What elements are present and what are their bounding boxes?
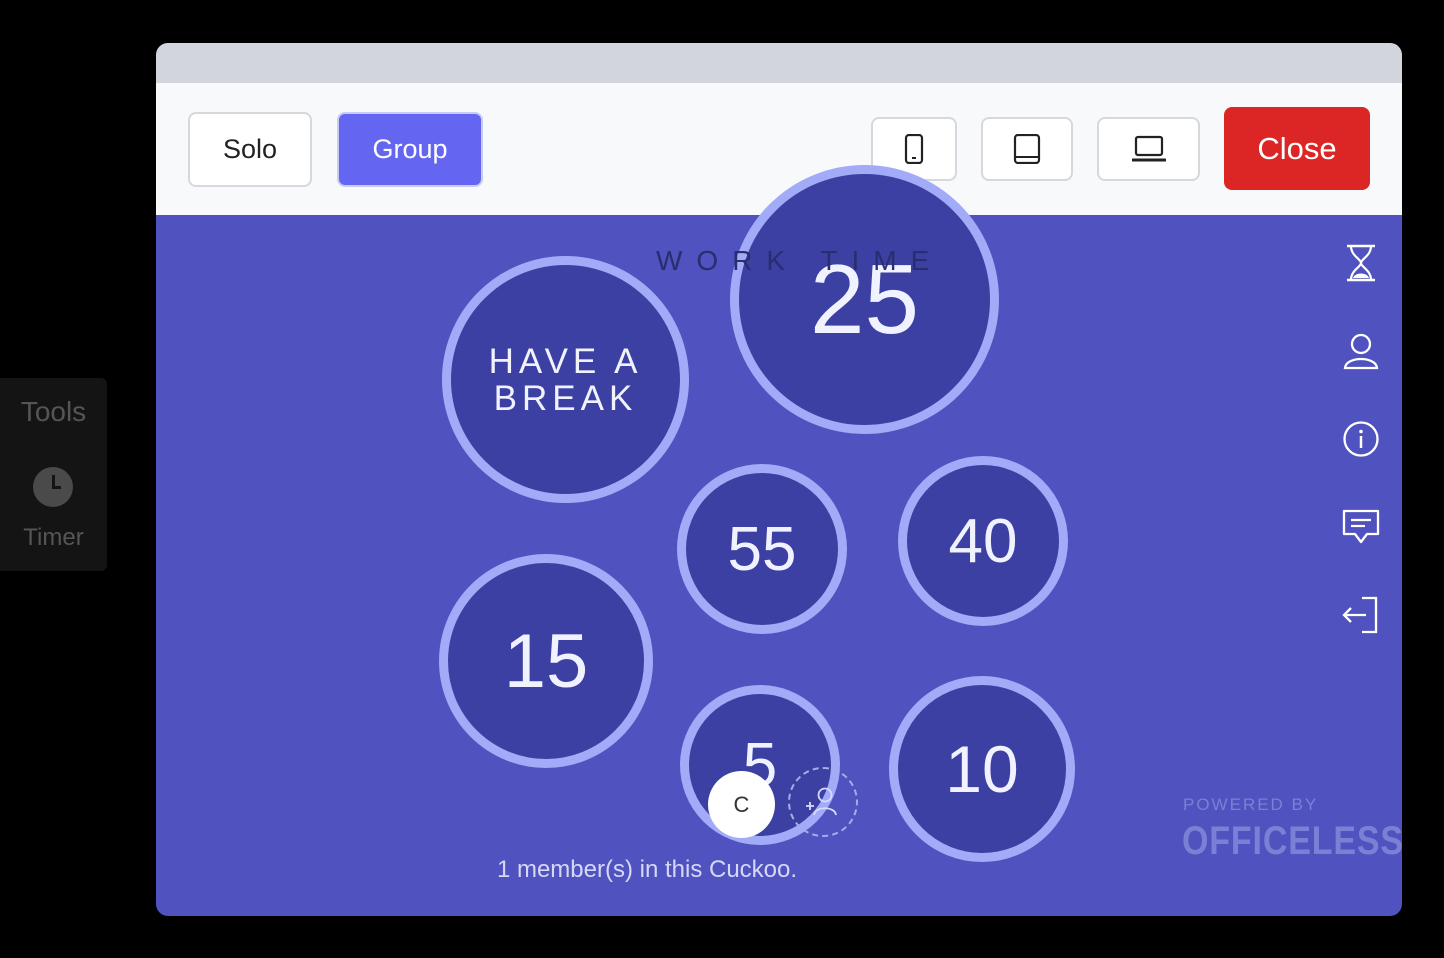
officeless-logo: OFFICELESS bbox=[1182, 819, 1402, 863]
tools-panel: Tools Timer bbox=[0, 378, 107, 571]
work-time-label: WORK TIME bbox=[656, 245, 944, 276]
feedback-button[interactable] bbox=[1340, 506, 1382, 548]
info-icon bbox=[1343, 421, 1379, 457]
hourglass-button[interactable] bbox=[1340, 242, 1382, 284]
current-timer-bubble[interactable]: 25 bbox=[730, 165, 999, 434]
phone-icon bbox=[904, 134, 924, 164]
exit-button[interactable] bbox=[1340, 594, 1382, 636]
timer-option-10[interactable]: 10 bbox=[889, 676, 1075, 862]
laptop-icon bbox=[1131, 135, 1166, 162]
feedback-icon bbox=[1342, 509, 1380, 544]
avatar[interactable]: C bbox=[708, 771, 775, 838]
exit-icon bbox=[1342, 596, 1378, 634]
tools-title: Tools bbox=[20, 396, 87, 427]
timer-option-55[interactable]: 55 bbox=[677, 464, 847, 634]
tablet-icon bbox=[1013, 134, 1041, 164]
tablet-view-button[interactable] bbox=[981, 117, 1073, 181]
timer-stage: WORK TIME 25 HAVE A BREAK 55 40 15 5 10 … bbox=[156, 165, 1402, 916]
powered-by-label: POWERED BY bbox=[1183, 795, 1319, 814]
member-count-text: 1 member(s) in this Cuckoo. bbox=[496, 856, 798, 883]
break-label: HAVE A BREAK bbox=[488, 341, 643, 418]
timer-option-15[interactable]: 15 bbox=[439, 554, 653, 768]
modal-title-bar bbox=[156, 43, 1402, 83]
break-bubble[interactable]: HAVE A BREAK bbox=[442, 256, 689, 503]
tools-item-timer[interactable]: Timer bbox=[0, 524, 107, 552]
profile-button[interactable] bbox=[1340, 330, 1382, 372]
laptop-view-button[interactable] bbox=[1097, 117, 1200, 181]
solo-button[interactable]: Solo bbox=[188, 112, 312, 187]
close-button[interactable]: Close bbox=[1224, 107, 1370, 190]
user-icon bbox=[1343, 333, 1379, 370]
cuckoo-timer-modal: Solo Group Close WORK TIME 25 HAVE A BRE… bbox=[156, 43, 1402, 916]
timer-option-40[interactable]: 40 bbox=[898, 456, 1068, 626]
info-button[interactable] bbox=[1340, 418, 1382, 460]
add-member-button[interactable] bbox=[788, 767, 858, 837]
clock-icon[interactable] bbox=[33, 467, 73, 507]
group-button[interactable]: Group bbox=[337, 112, 483, 187]
hourglass-icon bbox=[1347, 244, 1375, 282]
add-user-icon bbox=[806, 787, 837, 816]
